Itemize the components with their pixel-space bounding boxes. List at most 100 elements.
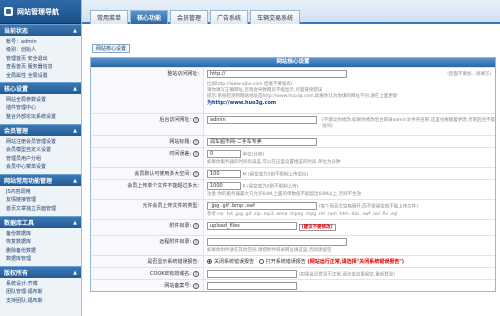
field-note: 如果你附件放在其他空间,请把附件目录网址填这里,否则请留空 <box>207 248 332 253</box>
sidebar-link[interactable]: 删除备份数据 <box>6 247 77 255</box>
form-row-icp-number: 网站备案号:? <box>91 279 495 291</box>
tab-core-functions[interactable]: 核心功能 <box>130 10 169 24</box>
help-icon[interactable]: ? <box>193 138 199 145</box>
form-row-member-space: 会员默认可使用多大空间:? 100 M (留空或为0则不限制上传空间) <box>91 167 495 179</box>
sidebar-section-title[interactable]: 核心设置 ▲ <box>0 82 81 94</box>
help-icon[interactable]: ? <box>193 150 199 157</box>
collapse-icon[interactable]: ▲ <box>73 86 77 92</box>
help-icon[interactable]: ? <box>193 170 199 177</box>
form-row-error-report: 是否显示系统错误报告: 关闭系统错误报告 打开系统错误报告 (网站运行正常,请选… <box>91 255 495 267</box>
sidebar-section-title[interactable]: 版权所有 ▲ <box>0 266 81 278</box>
sidebar-section-database: 数据库工具 ▲ 备份数据库 恢复数据库 删除备份数据 数据库管理 <box>0 216 81 266</box>
sidebar-link[interactable]: 恢复数据库 <box>6 238 77 246</box>
collapse-icon[interactable]: ▲ <box>73 128 77 134</box>
collapse-icon[interactable]: ▲ <box>73 220 77 226</box>
attachment-dir-input[interactable]: upload_files <box>207 222 297 230</box>
logo-icon <box>4 7 13 16</box>
radio-open-error-report[interactable] <box>258 259 264 264</box>
sidebar-link[interactable]: 查看首页 服务器信息 <box>6 63 77 71</box>
sidebar-link[interactable]: JS内容调用 <box>6 188 77 196</box>
tab-strip: 常用菜单 核心功能 会员管理 广告系统 车辆交易系统 <box>90 10 302 24</box>
field-note: (不建议你修改,如果你修改后台目录admin文件夹名称,这里也要跟着更改,否则后… <box>322 118 496 129</box>
radio-label: 关闭系统错误报告 <box>214 259 255 265</box>
radio-close-error-report[interactable] <box>207 259 212 264</box>
sidebar-link[interactable]: 全局属性 全局设置 <box>6 72 77 80</box>
collapse-icon[interactable]: ▲ <box>73 270 77 276</box>
site-url-input[interactable]: http:// <box>207 70 347 78</box>
field-label: 网站备案号:? <box>91 280 204 291</box>
form-row-upload-types: 允许会员上传文件的类型: .jpg .gif .bmp .swf (每个用英文空… <box>91 199 495 219</box>
sidebar-title: 网站管理导航 <box>17 7 59 16</box>
field-label: 后台访问网址:? <box>91 114 204 135</box>
sidebar-section-title[interactable]: 数据库工具 ▲ <box>0 216 81 228</box>
admin-url-input[interactable]: admin <box>207 116 317 124</box>
field-label: 整站访问网址: <box>91 68 204 113</box>
copyright-line: 团队管理:福布斯 <box>6 289 43 296</box>
cookie-domain-input[interactable] <box>207 270 297 278</box>
member-space-input[interactable]: 100 <box>207 170 241 178</box>
sidebar-link[interactable]: 网站全局参数设置 <box>6 96 77 104</box>
collapse-icon[interactable]: ▲ <box>73 28 77 34</box>
detected-url: 为http://www.huo3g.com <box>207 100 277 106</box>
main-content: 网站核心设置 网站核心设置 整站访问网址: http:// (后面不要加...请… <box>86 26 500 316</box>
help-icon[interactable]: ? <box>193 270 199 277</box>
sidebar-link[interactable]: 网站注册会员管理设置 <box>6 138 77 146</box>
field-hint: 参考:rar .txt .jpg .gif .zip .mp3 .wma .mp… <box>207 212 398 217</box>
sidebar: 网站管理导航 当前状态 ▲ 帐号：admin 级别：创始人 管理首页 安全退出 查… <box>0 0 82 316</box>
field-unit: M (留空或为0则不限制上传空间) <box>242 172 309 178</box>
help-icon[interactable]: ? <box>193 238 199 245</box>
field-label: COOKIE有效域名:? <box>91 268 204 279</box>
sidebar-link[interactable]: 首页文章独立页面管理 <box>6 205 77 213</box>
warning-badge: (建议不要修改) <box>298 223 336 231</box>
radio-label: 打开系统错误报告 <box>265 259 306 265</box>
sidebar-section-status: 当前状态 ▲ 帐号：admin 级别：创始人 管理首页 安全退出 查看首页 服务器… <box>0 24 81 82</box>
sidebar-link[interactable]: 整合外部论坛系统设置 <box>6 113 77 121</box>
form-row-attachment-dir: 附件目录:? upload_files (建议不要修改) <box>91 219 495 235</box>
icp-number-input[interactable] <box>207 282 297 290</box>
help-icon[interactable]: ? <box>193 222 199 229</box>
help-icon[interactable]: ? <box>193 116 199 123</box>
sidebar-link[interactable]: 数据库管理 <box>6 255 77 263</box>
field-label: 允许会员上传文件的类型: <box>91 200 204 219</box>
tab-member-management[interactable]: 会员管理 <box>170 10 209 24</box>
form-header: 网站核心设置 <box>91 58 495 67</box>
form-row-site-url: 整站访问网址: http:// (后面不要加...请填写) 比如http://w… <box>91 67 495 113</box>
field-label: 附件目录:? <box>91 220 204 235</box>
form-row-admin-url: 后台访问网址:? admin (不建议你修改,如果你修改后台目录admin文件夹… <box>91 113 495 135</box>
copyright-line: 支持团队:福布斯 <box>6 297 43 304</box>
sidebar-link[interactable]: 会员模型自定义设置 <box>6 146 77 154</box>
tab-ad-system[interactable]: 广告系统 <box>210 10 249 24</box>
tab-common-menu[interactable]: 常用菜单 <box>90 10 129 24</box>
sidebar-link[interactable]: 管理员用户分组 <box>6 155 77 163</box>
sidebar-link[interactable]: 会员中心菜单设置 <box>6 163 77 171</box>
field-note: (网站运行正常,请选择"关闭系统错误报告") <box>307 259 405 265</box>
sidebar-link[interactable]: 友情链接管理 <box>6 196 77 204</box>
form-row-remote-attachment: 远程附件目录:? 如果你附件放在其他空间,请把附件目录网址填这里,否则请留空 <box>91 235 495 255</box>
form-row-time-offset: 时间误差:? 0 单位(分钟) 如果你服务器的时间有误差,可以在这里设置相差的时… <box>91 147 495 167</box>
max-upload-input[interactable]: 1000 <box>207 182 241 190</box>
settings-form: 网站核心设置 整站访问网址: http:// (后面不要加...请填写) 比如h… <box>90 57 496 292</box>
field-label: 网站标题:? <box>91 136 204 147</box>
field-note: (后面不要加...请填写) <box>447 72 491 77</box>
level-line: 级别：创始人 <box>6 47 37 54</box>
sidebar-link[interactable]: 插件管理中心 <box>6 104 77 112</box>
field-label: 远程附件目录:? <box>91 236 204 255</box>
sidebar-section-title[interactable]: 会员管理 ▲ <box>0 124 81 136</box>
sidebar-section-title[interactable]: 当前状态 ▲ <box>0 24 81 36</box>
tab-vehicle-trading[interactable]: 车辆交易系统 <box>250 10 301 24</box>
form-row-max-upload: 会员上传单个文件不能超过多大: 1000 K (留空或为0则不限制上传) 注意:… <box>91 179 495 199</box>
form-row-site-title: 网站标题:? 润车超市网-二手车专卖 <box>91 135 495 147</box>
help-icon[interactable]: ? <box>193 282 199 289</box>
remote-attachment-input[interactable] <box>207 238 347 246</box>
time-offset-input[interactable]: 0 <box>207 150 241 158</box>
account-line: 帐号：admin <box>6 39 37 45</box>
site-title-input[interactable]: 润车超市网-二手车专卖 <box>207 138 317 146</box>
collapse-icon[interactable]: ▲ <box>73 178 77 184</box>
sidebar-section-common: 网站常用功能管理 ▲ JS内容调用 友情链接管理 首页文章独立页面管理 <box>0 174 81 216</box>
sidebar-link[interactable]: 备份数据库 <box>6 230 77 238</box>
sidebar-section-title[interactable]: 网站常用功能管理 ▲ <box>0 174 81 186</box>
sidebar-section-members: 会员管理 ▲ 网站注册会员管理设置 会员模型自定义设置 管理员用户分组 会员中心菜… <box>0 124 81 174</box>
sidebar-link[interactable]: 管理首页 安全退出 <box>6 55 77 63</box>
upload-types-input[interactable]: .jpg .gif .bmp .swf <box>207 202 317 210</box>
breadcrumb[interactable]: 网站核心设置 <box>92 44 131 53</box>
